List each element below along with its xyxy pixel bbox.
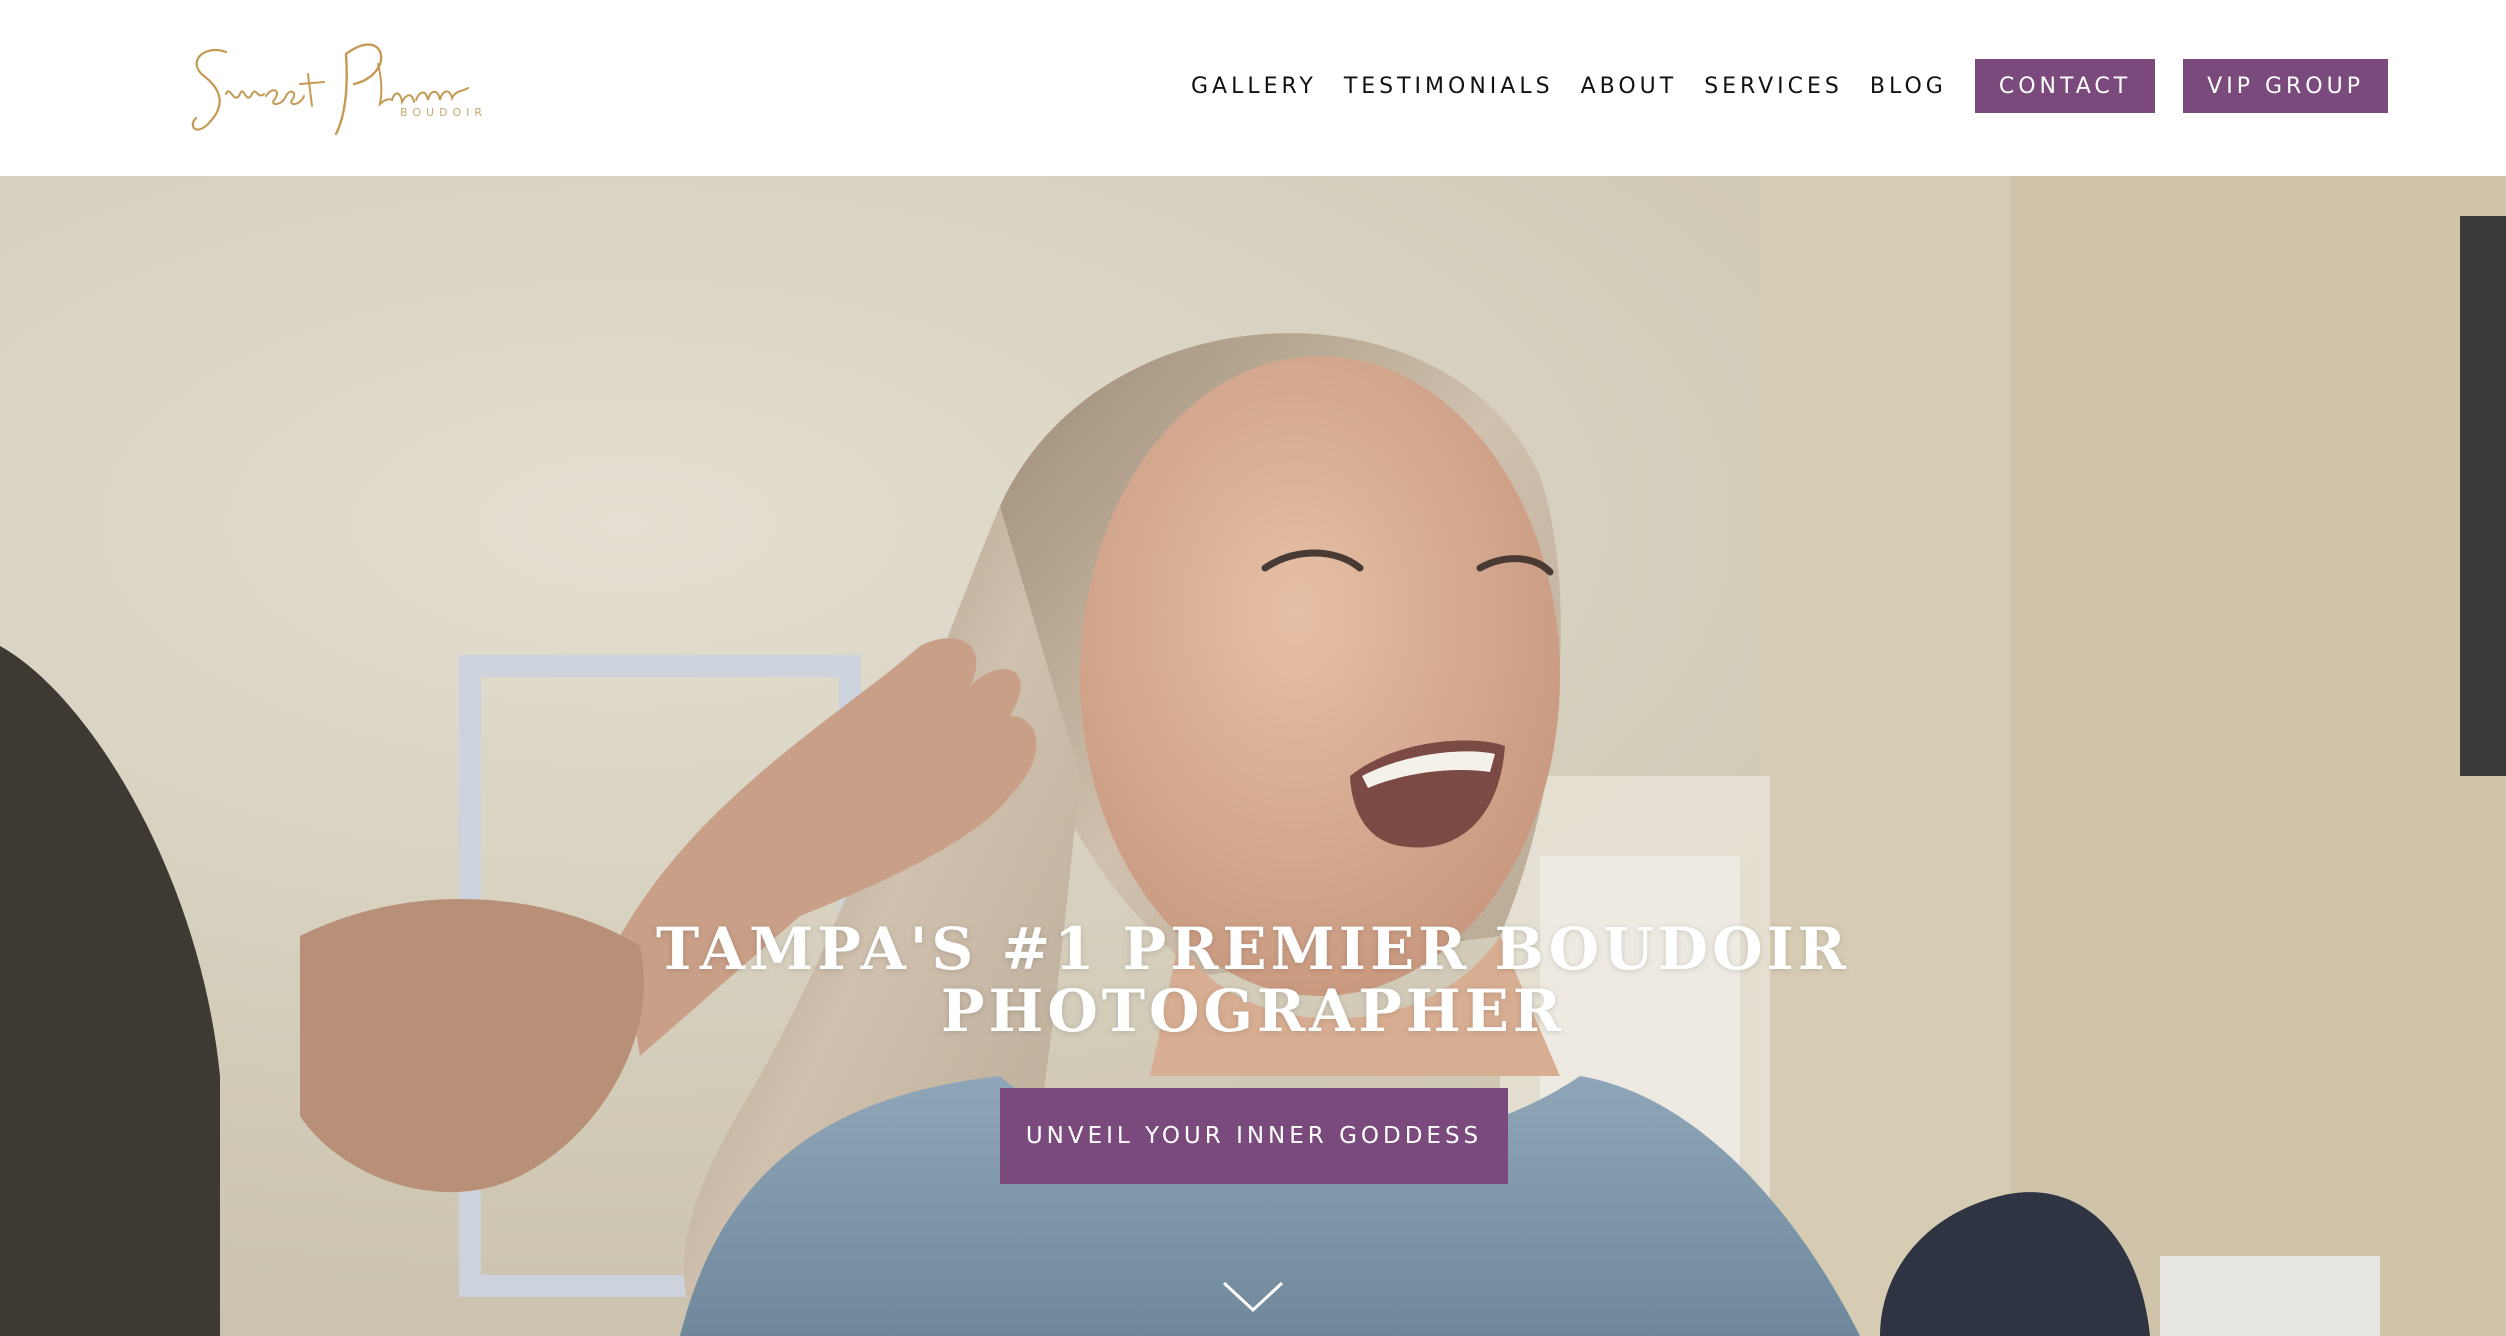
nav-link-services[interactable]: SERVICES xyxy=(1704,74,1843,99)
chevron-down-icon[interactable] xyxy=(1222,1280,1284,1314)
site-logo[interactable]: BOUDOIR xyxy=(186,14,486,144)
unveil-goddess-button[interactable]: UNVEIL YOUR INNER GODDESS xyxy=(1000,1088,1508,1184)
logo-script-icon xyxy=(191,43,469,136)
nav-link-blog[interactable]: BLOG xyxy=(1870,74,1947,99)
vip-group-button[interactable]: VIP GROUP xyxy=(2183,59,2388,113)
hero-section: TAMPA'S #1 PREMIER BOUDOIR PHOTOGRAPHER … xyxy=(0,176,2506,1336)
logo-subtitle: BOUDOIR xyxy=(400,106,488,119)
site-header: BOUDOIR GALLERY TESTIMONIALS ABOUT SERVI… xyxy=(0,0,2506,176)
main-nav: GALLERY TESTIMONIALS ABOUT SERVICES BLOG… xyxy=(1191,59,2388,113)
nav-link-gallery[interactable]: GALLERY xyxy=(1191,74,1317,99)
hero-title-line2: PHOTOGRAPHER xyxy=(940,977,1566,1045)
hero-title-line1: TAMPA'S #1 PREMIER BOUDOIR xyxy=(656,915,1850,983)
nav-link-testimonials[interactable]: TESTIMONIALS xyxy=(1344,74,1554,99)
nav-link-about[interactable]: ABOUT xyxy=(1581,74,1678,99)
contact-button[interactable]: CONTACT xyxy=(1974,59,2156,113)
hero-title: TAMPA'S #1 PREMIER BOUDOIR PHOTOGRAPHER xyxy=(553,918,1953,1042)
